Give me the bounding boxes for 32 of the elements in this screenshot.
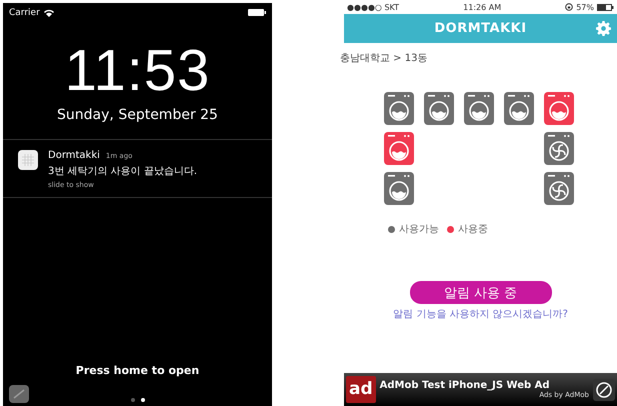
washing-machine-icon[interactable] [384, 92, 414, 125]
dryer-icon[interactable] [544, 132, 574, 165]
ad-title: AdMob Test iPhone_JS Web Ad [380, 380, 551, 391]
washing-machine-icon[interactable] [544, 92, 574, 125]
battery-icon [597, 4, 614, 10]
washing-machine-icon[interactable] [464, 92, 494, 125]
camera-icon[interactable] [9, 385, 29, 403]
ad-logo: ad [346, 376, 376, 403]
app-name: Dormtakki [48, 150, 100, 161]
dryer-icon[interactable] [544, 172, 574, 205]
status-time: 11:26 AM [463, 2, 502, 12]
battery-icon [248, 9, 266, 16]
carrier-label: Carrier [9, 8, 40, 18]
rotation-lock-icon [565, 3, 574, 11]
alarm-button[interactable]: 알림 사용 중 [410, 281, 552, 304]
notification-message: 3번 세탁기의 사용이 끝났습니다. [48, 165, 198, 178]
washing-machine-icon[interactable] [424, 92, 454, 125]
alarm-off-link[interactable]: 알림 기능을 사용하지 않으시겠습니까? [393, 307, 568, 321]
wifi-icon [44, 8, 54, 16]
washing-machine-icon[interactable] [384, 132, 414, 165]
date-label: Sunday, September 25 [57, 107, 218, 123]
app-icon [18, 150, 38, 170]
legend-label: 사용중 [458, 223, 488, 236]
clock-time: 11:53 [64, 41, 210, 101]
washing-machine-icon[interactable] [504, 92, 534, 125]
carrier-label: ●●●●○ SKT [347, 2, 400, 12]
unlock-hint: Press home to open [76, 364, 200, 377]
battery-percent: 57% [576, 2, 594, 12]
breadcrumb: 충남대학교 > 13동 [340, 52, 428, 65]
legend-label: 사용가능 [399, 223, 439, 236]
washing-machine-icon[interactable] [384, 172, 414, 205]
app-title: DORMTAKKI [434, 21, 527, 36]
